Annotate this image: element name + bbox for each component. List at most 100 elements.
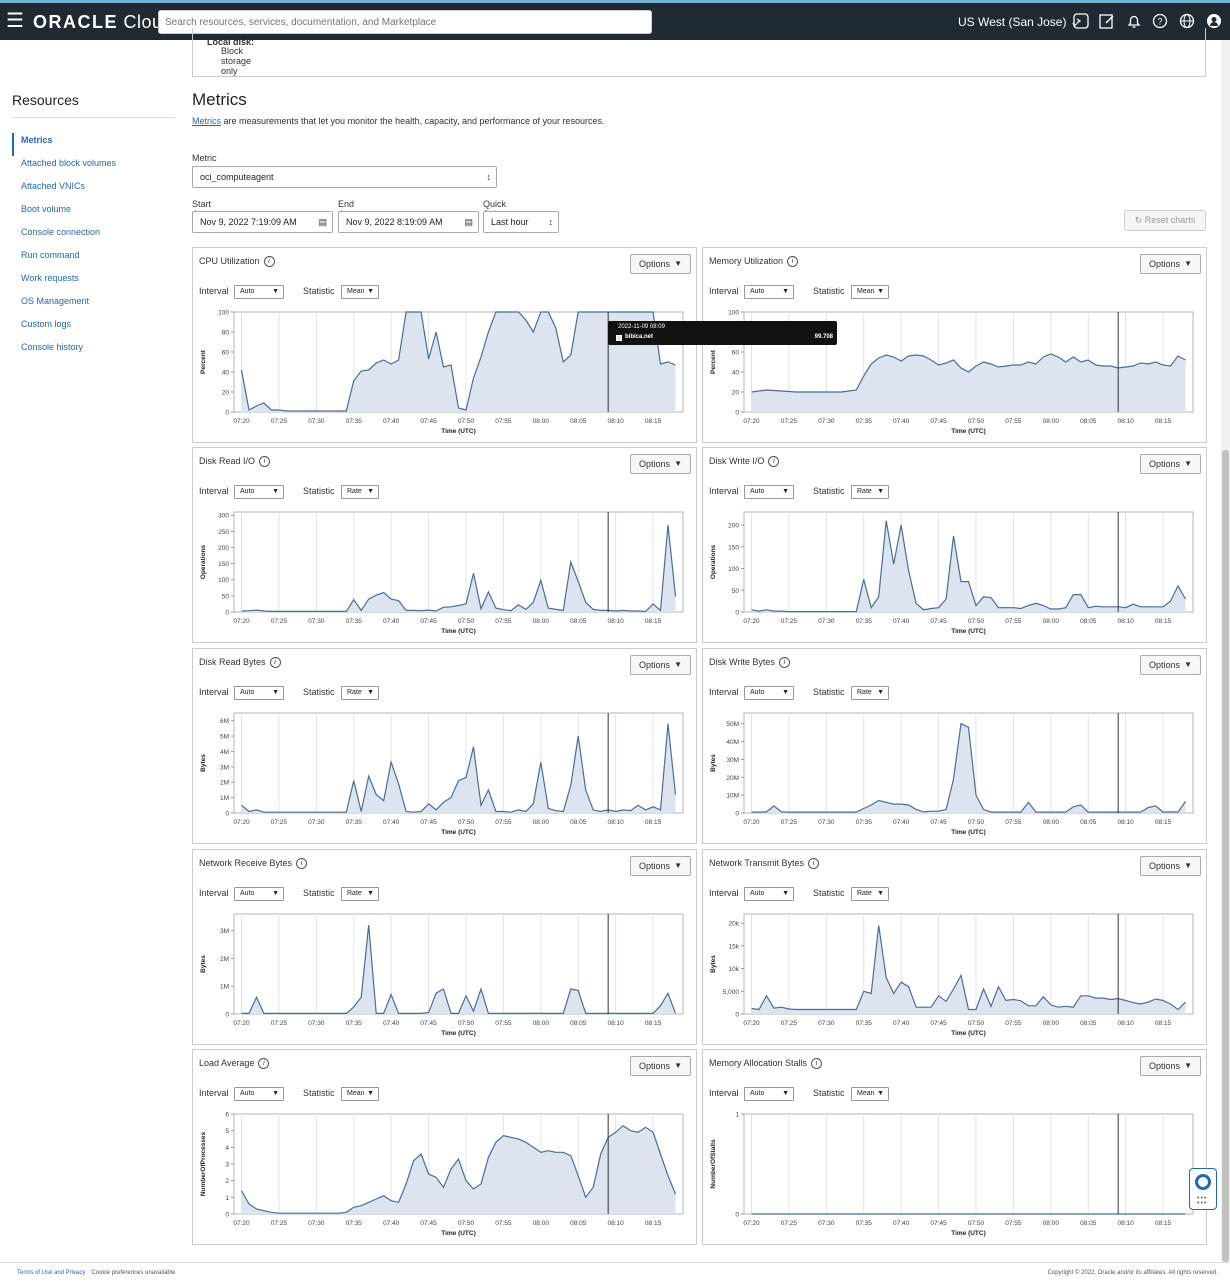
chart-plot[interactable]: 07:20 07:25 07:30 07:35 07:40 07:45 07:50 07:55… (193, 908, 696, 1044)
interval-select[interactable]: Auto ▼ (744, 1087, 794, 1101)
caret-down-icon: ▼ (1184, 459, 1192, 468)
x-tick-label: 07:40 (383, 618, 400, 625)
chart-plot[interactable]: 07:20 07:25 07:30 07:35 07:40 07:45 07:50 07:55… (703, 1108, 1206, 1244)
options-button[interactable]: Options ▼ (630, 254, 691, 274)
caret-down-icon: ▼ (674, 861, 682, 870)
chart-plot[interactable]: 07:20 07:25 07:30 07:35 07:40 07:45 07:50 07:55… (703, 707, 1206, 843)
x-tick-label: 07:50 (968, 1220, 985, 1227)
region-selector[interactable]: US West (San Jose) ⌄ (958, 15, 1080, 29)
sidebar-item-work-requests[interactable]: Work requests (14, 271, 175, 294)
x-tick-label: 07:40 (893, 1220, 910, 1227)
instance-details-box: Local disk: Block storage only (192, 28, 1206, 77)
options-button[interactable]: Options ▼ (630, 655, 691, 675)
options-button[interactable]: Options ▼ (1140, 1056, 1201, 1076)
chart-plot[interactable]: 07:20 07:25 07:30 07:35 07:40 07:45 07:50 07:55… (703, 506, 1206, 642)
options-button[interactable]: Options ▼ (1140, 856, 1201, 876)
info-icon[interactable]: i (259, 456, 271, 468)
y-tick-label: 5M (220, 734, 229, 741)
page-footer: Terms of Use and Privacy Cookie preferenc… (0, 1262, 1230, 1282)
y-axis-label: Operations (710, 544, 717, 579)
options-button[interactable]: Options ▼ (630, 1056, 691, 1076)
info-icon[interactable]: i (269, 657, 281, 669)
interval-select[interactable]: Auto ▼ (744, 887, 794, 901)
x-tick-label: 07:55 (495, 1220, 512, 1227)
y-tick-label: 1M (220, 984, 229, 991)
options-button[interactable]: Options ▼ (1140, 454, 1201, 474)
calendar-icon[interactable]: ▤ (464, 212, 473, 232)
statistic-select[interactable]: Rate ▼ (851, 485, 889, 499)
info-icon[interactable]: i (768, 456, 780, 468)
start-time-input[interactable]: Nov 9, 2022 7:19:09 AM ▤ (192, 211, 333, 233)
chart-title: Network Receive Bytes i (199, 858, 308, 870)
chart-plot[interactable]: 07:20 07:25 07:30 07:35 07:40 07:45 07:50 07:55… (703, 908, 1206, 1044)
interval-label: Interval (709, 1088, 739, 1098)
statistic-select[interactable]: Rate ▼ (851, 887, 889, 901)
interval-select[interactable]: Auto ▼ (234, 686, 284, 700)
interval-select[interactable]: Auto ▼ (234, 887, 284, 901)
options-button[interactable]: Options ▼ (1140, 655, 1201, 675)
x-tick-label: 07:50 (968, 618, 985, 625)
statistic-select[interactable]: Rate ▼ (341, 485, 379, 499)
hamburger-menu-icon[interactable]: ☰ (6, 11, 24, 31)
reset-charts-button[interactable]: ↻ Reset charts (1124, 210, 1206, 231)
options-button[interactable]: Options ▼ (630, 856, 691, 876)
scrollbar-thumb[interactable] (1222, 450, 1229, 1262)
interval-select[interactable]: Auto ▼ (234, 485, 284, 499)
sidebar-item-attached-block-volumes[interactable]: Attached block volumes (14, 156, 175, 179)
sidebar-list: Metrics Attached block volumes Attached … (12, 133, 175, 363)
statistic-select[interactable]: Rate ▼ (341, 887, 379, 901)
chart-plot[interactable]: 07:20 07:25 07:30 07:35 07:40 07:45 07:50 07:55… (193, 707, 696, 843)
info-icon[interactable]: i (296, 858, 308, 870)
statistic-select[interactable]: Rate ▼ (851, 686, 889, 700)
interval-select[interactable]: Auto ▼ (234, 285, 284, 299)
metrics-link[interactable]: Metrics (192, 116, 221, 126)
y-tick-label: 6M (220, 718, 229, 725)
options-button[interactable]: Options ▼ (630, 454, 691, 474)
sidebar-item-console-history[interactable]: Console history (14, 340, 175, 363)
info-icon[interactable]: i (263, 256, 275, 268)
help-widget[interactable]: ••• ••• (1189, 1168, 1217, 1210)
x-tick-label: 08:05 (1080, 1020, 1097, 1027)
user-icon[interactable] (1205, 13, 1223, 31)
sidebar-item-os-management[interactable]: OS Management (14, 294, 175, 317)
interval-label: Interval (709, 687, 739, 697)
info-icon[interactable]: i (811, 1058, 823, 1070)
options-button[interactable]: Options ▼ (1140, 254, 1201, 274)
chart-plot[interactable]: 07:20 07:25 07:30 07:35 07:40 07:45 07:50 07:55… (193, 506, 696, 642)
sidebar-item-console-connection[interactable]: Console connection (14, 225, 175, 248)
x-tick-label: 08:10 (608, 1020, 625, 1027)
interval-select[interactable]: Auto ▼ (744, 485, 794, 499)
terms-link[interactable]: Terms of Use and Privacy (17, 1270, 85, 1276)
info-icon[interactable]: i (258, 1058, 270, 1070)
caret-down-icon: ▼ (1184, 861, 1192, 870)
statistic-select[interactable]: Mean ▼ (851, 1087, 889, 1101)
oracle-cloud-logo[interactable]: ORACLE Cloud (33, 12, 173, 33)
info-icon[interactable]: i (808, 858, 820, 870)
sidebar-item-run-command[interactable]: Run command (14, 248, 175, 271)
sidebar-item-custom-logs[interactable]: Custom logs (14, 317, 175, 340)
calendar-icon[interactable]: ▤ (318, 212, 327, 232)
statistic-select[interactable]: Mean ▼ (851, 285, 889, 299)
sidebar-item-metrics[interactable]: Metrics (12, 133, 175, 156)
sidebar-item-boot-volume[interactable]: Boot volume (14, 202, 175, 225)
page-scrollbar[interactable] (1221, 40, 1230, 1262)
x-axis-label: Time (UTC) (441, 829, 476, 836)
info-icon[interactable]: i (778, 657, 790, 669)
statistic-select[interactable]: Mean ▼ (341, 285, 379, 299)
quick-selects-select[interactable]: Last hour ↕ (483, 211, 559, 233)
caret-down-icon: ▼ (877, 288, 884, 295)
interval-select[interactable]: Auto ▼ (234, 1087, 284, 1101)
y-axis-label: Percent (710, 349, 717, 374)
interval-select[interactable]: Auto ▼ (744, 285, 794, 299)
end-time-input[interactable]: Nov 9, 2022 8:19:09 AM ▤ (338, 211, 479, 233)
interval-label: Interval (199, 286, 229, 296)
x-tick-label: 07:45 (930, 418, 947, 425)
statistic-select[interactable]: Mean ▼ (341, 1087, 379, 1101)
info-icon[interactable]: i (787, 256, 799, 268)
sidebar-item-attached-vnics[interactable]: Attached VNICs (14, 179, 175, 202)
chart-plot[interactable]: 07:20 07:25 07:30 07:35 07:40 07:45 07:50 07:55… (193, 1108, 696, 1244)
metric-namespace-select[interactable]: oci_computeagent ↕ (192, 166, 497, 188)
statistic-select[interactable]: Rate ▼ (341, 686, 379, 700)
x-tick-label: 08:05 (570, 618, 587, 625)
interval-select[interactable]: Auto ▼ (744, 686, 794, 700)
